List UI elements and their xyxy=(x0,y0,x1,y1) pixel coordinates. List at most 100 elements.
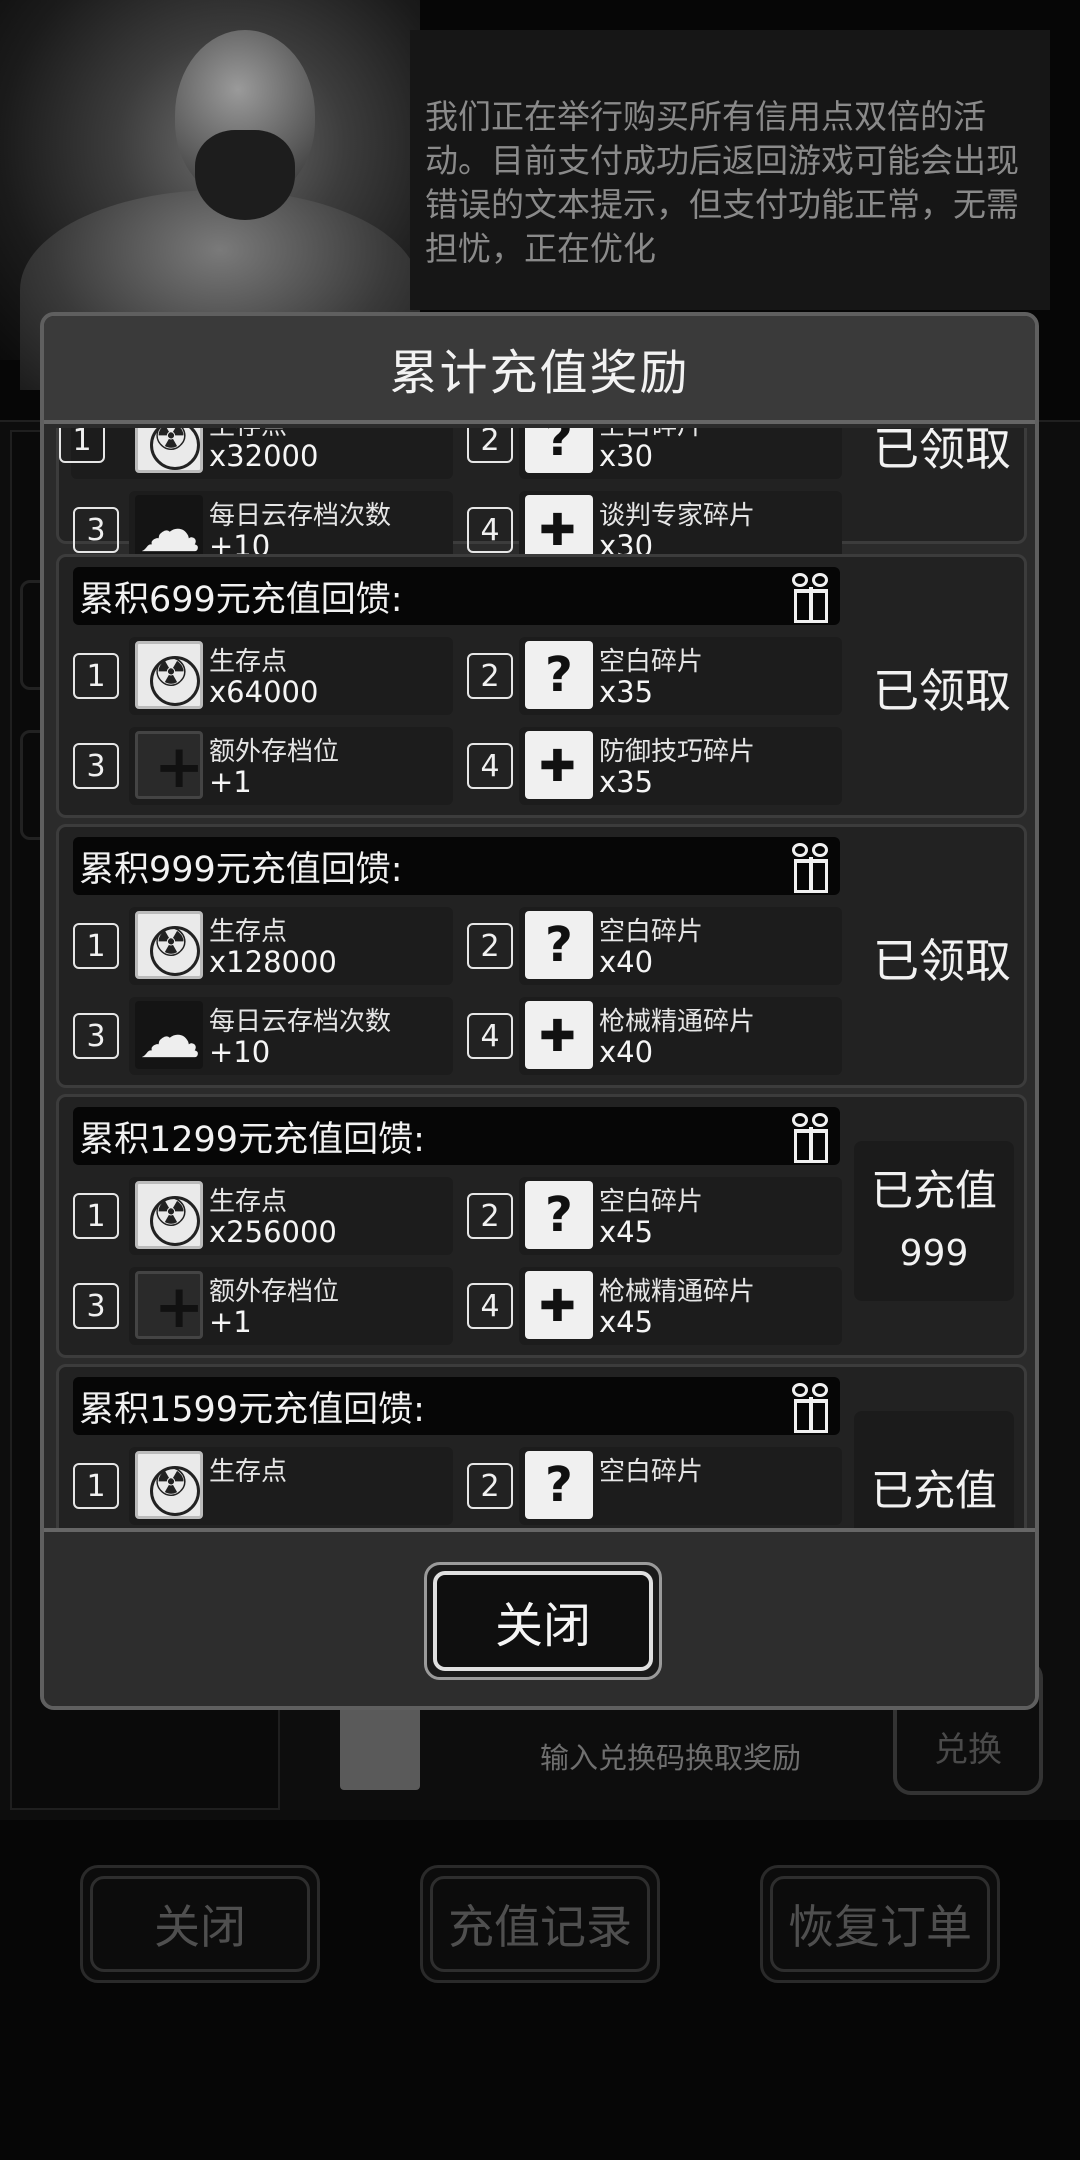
reward-item: 枪械精通碎片 x40 xyxy=(519,997,842,1075)
reward-amount: +10 xyxy=(209,1035,271,1069)
tier-title: 累积1599元充值回馈: xyxy=(79,1389,425,1430)
reward-number: 3 xyxy=(73,507,119,553)
reward-amount: x64000 xyxy=(209,675,319,709)
handshake-puzzle-icon xyxy=(525,495,593,563)
claimed-status: 已领取 xyxy=(873,428,1011,476)
radiation-icon xyxy=(135,1181,203,1249)
reward-item: 额外存档位 +1 xyxy=(129,1267,453,1345)
reward-amount: x45 xyxy=(599,1305,654,1339)
cumulative-reward-modal: 累计充值奖励 1 生存点 x32000 2 空白碎片 x30 3 每日云存档次数 xyxy=(40,312,1039,1710)
reward-amount: +1 xyxy=(209,765,252,799)
gift-icon[interactable] xyxy=(788,569,834,623)
reward-number: 1 xyxy=(73,653,119,699)
tier-header: 累积1299元充值回馈: xyxy=(73,1107,840,1165)
reward-name: 枪械精通碎片 xyxy=(599,1277,756,1307)
reward-name: 生存点 xyxy=(209,917,288,947)
close-button[interactable]: 关闭 xyxy=(424,1562,662,1680)
reward-item: 生存点 x256000 xyxy=(129,1177,453,1255)
reward-amount: x40 xyxy=(599,1035,654,1069)
puzzle-question-icon xyxy=(525,911,593,979)
recharged-amount: 999 xyxy=(899,1233,969,1274)
puzzle-question-icon xyxy=(525,641,593,709)
gun-puzzle-icon xyxy=(525,1271,593,1339)
reward-number: 2 xyxy=(467,923,513,969)
cloud-save-icon xyxy=(135,999,203,1072)
reward-number: 4 xyxy=(467,743,513,789)
tier-title: 累积699元充值回馈: xyxy=(79,579,403,620)
reward-amount: x256000 xyxy=(209,1215,337,1249)
reward-item: 空白碎片 xyxy=(519,1447,842,1525)
tier-header: 累积1599元充值回馈: xyxy=(73,1377,840,1435)
puzzle-question-icon xyxy=(525,428,593,473)
reward-amount: x45 xyxy=(599,1215,654,1249)
reward-number: 3 xyxy=(73,743,119,789)
reward-item: 生存点 xyxy=(129,1447,453,1525)
reward-name: 每日云存档次数 xyxy=(209,501,392,531)
recharge-history-button[interactable]: 充值记录 xyxy=(420,1865,660,1983)
puzzle-question-icon xyxy=(525,1451,593,1519)
reward-name: 谈判专家碎片 xyxy=(599,501,756,531)
reward-amount: x40 xyxy=(599,945,654,979)
reward-number: 1 xyxy=(73,923,119,969)
reward-number: 2 xyxy=(467,1463,513,1509)
claimed-status: 已领取 xyxy=(873,934,1011,988)
tier-header: 累积999元充值回馈: xyxy=(73,837,840,895)
restore-order-label: 恢复订单 xyxy=(770,1876,990,1972)
reward-number: 1 xyxy=(73,1463,119,1509)
reward-amount: +1 xyxy=(209,1305,252,1339)
tier-title: 累积999元充值回馈: xyxy=(79,849,403,890)
bottom-close-button[interactable]: 关闭 xyxy=(80,1865,320,1983)
reward-amount: x35 xyxy=(599,675,654,709)
reward-item: 防御技巧碎片 x35 xyxy=(519,727,842,805)
reward-name: 空白碎片 xyxy=(599,647,704,677)
extra-slot-icon xyxy=(135,731,204,802)
gift-icon[interactable] xyxy=(788,1109,834,1163)
tier-title: 累积1299元充值回馈: xyxy=(79,1119,425,1160)
reward-amount: x30 xyxy=(599,439,654,473)
cloud-save-icon xyxy=(135,493,203,566)
reward-name: 生存点 xyxy=(209,647,288,677)
extra-slot-icon xyxy=(135,1271,204,1342)
reward-amount: x35 xyxy=(599,765,654,799)
gun-puzzle-icon xyxy=(525,1001,593,1069)
radiation-icon xyxy=(135,641,203,709)
reward-name: 空白碎片 xyxy=(599,1187,704,1217)
reward-number: 2 xyxy=(467,1193,513,1239)
recharged-label: 已充值 xyxy=(870,1466,997,1515)
reward-name: 枪械精通碎片 xyxy=(599,1007,756,1037)
puzzle-question-icon xyxy=(525,1181,593,1249)
reward-number: 1 xyxy=(59,428,105,463)
character-portrait xyxy=(0,0,420,390)
reward-amount: x32000 xyxy=(209,439,319,473)
gift-icon[interactable] xyxy=(788,839,834,893)
gift-icon[interactable] xyxy=(788,1379,834,1433)
reward-name: 生存点 xyxy=(209,1457,288,1487)
reward-name: 额外存档位 xyxy=(209,1277,340,1307)
reward-item: 每日云存档次数 +10 xyxy=(129,997,453,1075)
close-button-label: 关闭 xyxy=(433,1571,653,1671)
reward-name: 每日云存档次数 xyxy=(209,1007,392,1037)
radiation-icon xyxy=(135,911,203,979)
tier-header: 累积699元充值回馈: xyxy=(73,567,840,625)
tier-card: 累积1299元充值回馈: 1 生存点 x256000 2 空白碎片 x45 3 xyxy=(56,1094,1027,1358)
claimed-status: 已领取 xyxy=(873,664,1011,718)
modal-header: 累计充值奖励 xyxy=(44,316,1035,424)
tier-card: 1 生存点 x32000 2 空白碎片 x30 3 每日云存档次数 +10 4 xyxy=(56,428,1027,569)
reward-item: 空白碎片 x35 xyxy=(519,637,842,715)
reward-name: 空白碎片 xyxy=(599,1457,704,1487)
reward-item: 生存点 x32000 xyxy=(129,428,453,479)
shield-puzzle-icon xyxy=(525,731,593,799)
reward-number: 4 xyxy=(467,1283,513,1329)
bottom-close-label: 关闭 xyxy=(90,1876,310,1972)
reward-item: 空白碎片 x30 xyxy=(519,428,842,479)
tier-list[interactable]: 1 生存点 x32000 2 空白碎片 x30 3 每日云存档次数 +10 4 xyxy=(44,428,1035,1706)
reward-item: 生存点 x64000 xyxy=(129,637,453,715)
restore-order-button[interactable]: 恢复订单 xyxy=(760,1865,1000,1983)
tier-card: 累积699元充值回馈: 1 生存点 x64000 2 空白碎片 x35 3 xyxy=(56,554,1027,818)
tier-card: 累积999元充值回馈: 1 生存点 x128000 2 空白碎片 x40 3 xyxy=(56,824,1027,1088)
reward-number: 2 xyxy=(467,428,513,463)
reward-name: 生存点 xyxy=(209,1187,288,1217)
reward-number: 4 xyxy=(467,507,513,553)
reward-number: 1 xyxy=(73,1193,119,1239)
reward-name: 防御技巧碎片 xyxy=(599,737,756,767)
